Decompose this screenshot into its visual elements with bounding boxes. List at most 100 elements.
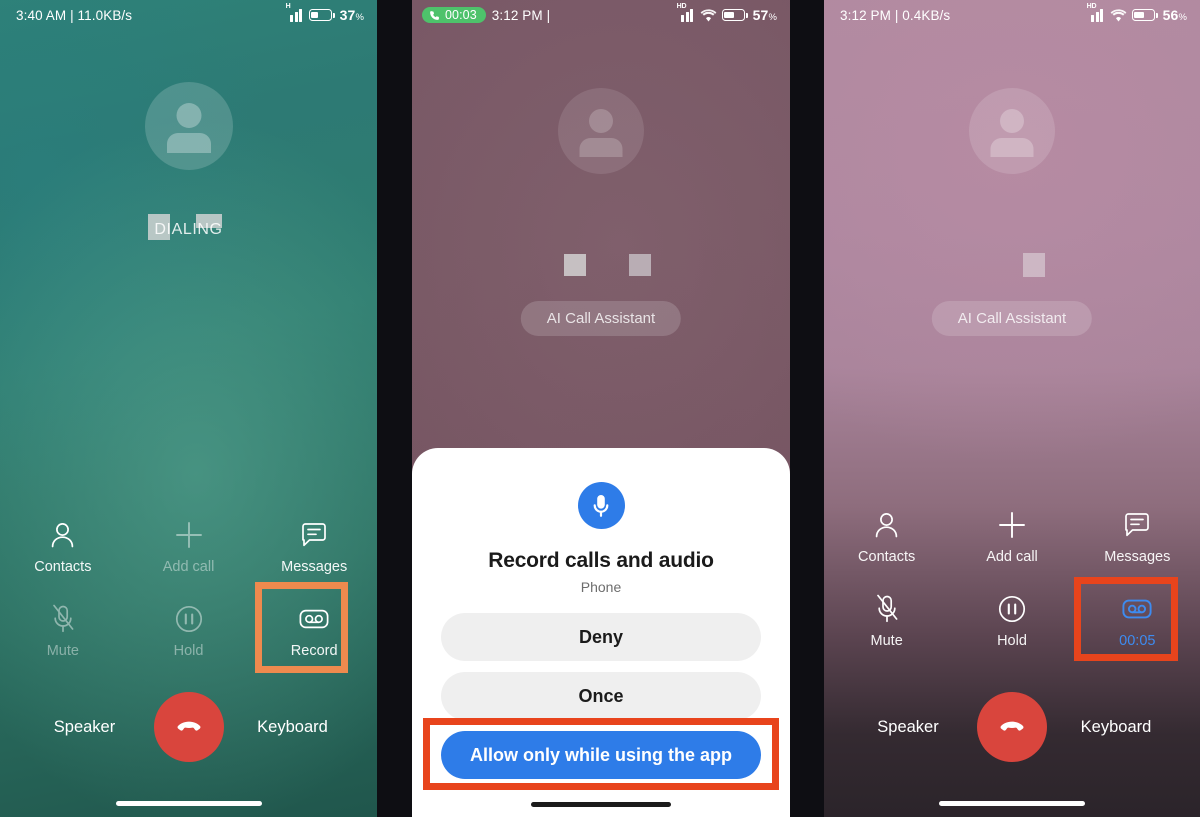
keyboard-button[interactable]: Keyboard	[238, 718, 348, 737]
mute-label: Mute	[870, 633, 903, 649]
mute-button[interactable]: Mute	[824, 592, 949, 649]
messages-button[interactable]: Messages	[251, 518, 377, 575]
add-call-button[interactable]: Add call	[949, 508, 1074, 565]
status-bar-left: 3:40 AM | 11.0KB/s	[16, 8, 132, 23]
battery-percent: 37%	[339, 7, 364, 23]
signal-bars-icon: HD	[677, 3, 695, 22]
end-call-handset-icon	[1000, 721, 1024, 731]
contacts-button[interactable]: Contacts	[824, 508, 949, 565]
battery-percent: 56%	[1162, 7, 1187, 23]
hold-label: Hold	[997, 633, 1027, 649]
messages-label: Messages	[1104, 549, 1171, 565]
mute-microphone-slash-icon	[50, 602, 76, 636]
contacts-label: Contacts	[858, 549, 916, 565]
record-label: Record	[290, 643, 338, 659]
call-controls-row-1: Contacts Add call Messages	[0, 518, 377, 575]
signal-bars-icon: H	[286, 3, 304, 22]
home-indicator[interactable]	[115, 801, 262, 806]
signal-network-label: H	[285, 3, 291, 10]
call-timer-text: 00:03	[445, 7, 477, 22]
contacts-person-icon	[873, 508, 900, 542]
hold-button[interactable]: Hold	[126, 602, 252, 659]
hold-pause-icon	[997, 592, 1027, 626]
record-voicemail-icon	[298, 602, 330, 636]
active-call-timer-pill: 00:03	[422, 6, 486, 24]
contacts-button[interactable]: Contacts	[0, 518, 126, 575]
record-button[interactable]: Record	[251, 602, 377, 659]
mute-label: Mute	[46, 643, 79, 659]
add-call-plus-icon	[174, 518, 204, 552]
phone-panel-permission: 00:03 3:12 PM | HD 57% AI Call Assistant…	[412, 0, 790, 817]
wifi-icon	[700, 8, 717, 22]
status-bar: 3:40 AM | 11.0KB/s H 37%	[0, 0, 377, 30]
status-time-and-speed: 3:12 PM | 0.4KB/s	[840, 7, 951, 23]
status-bar-left: 3:12 PM | 0.4KB/s	[840, 8, 950, 23]
add-call-label: Add call	[162, 559, 215, 575]
status-time-and-speed: 3:12 PM |	[491, 7, 551, 23]
battery-percent: 57%	[752, 7, 777, 23]
end-call-handset-icon	[177, 721, 200, 731]
once-button[interactable]: Once	[441, 672, 761, 720]
add-call-plus-icon	[997, 508, 1027, 542]
contact-avatar-icon	[144, 82, 233, 170]
record-voicemail-icon	[1121, 592, 1153, 626]
call-bottom-row: Speaker Keyboard	[824, 692, 1200, 762]
call-status-label: DIALING	[154, 221, 223, 238]
add-call-button[interactable]: Add call	[126, 518, 252, 575]
call-screen: DIALING Contacts Add call Messages Mute …	[0, 0, 377, 817]
home-indicator[interactable]	[939, 801, 1085, 806]
permission-dialog: Record calls and audio Phone Deny Once A…	[412, 448, 790, 817]
call-controls-grid: Contacts Add call	[824, 508, 1200, 649]
call-controls-row-2: Mute Hold	[0, 602, 377, 659]
mute-microphone-slash-icon	[874, 592, 900, 626]
speaker-button[interactable]: Speaker	[30, 718, 140, 737]
signal-network-label: HD	[676, 3, 687, 10]
status-bar-left: 00:03 3:12 PM |	[422, 6, 551, 24]
add-call-label: Add call	[986, 549, 1038, 565]
messages-button[interactable]: Messages	[1075, 508, 1200, 565]
call-controls-grid: Contacts Add call	[0, 518, 377, 659]
call-controls-row-2: Mute Hold	[824, 592, 1200, 649]
signal-network-label: HD	[1086, 3, 1097, 10]
call-bottom-row: Speaker Keyboard	[0, 692, 377, 762]
messages-bubble-icon	[300, 518, 328, 552]
contact-avatar-icon	[558, 88, 644, 174]
record-timer-label: 00:05	[1119, 633, 1156, 649]
allow-while-using-app-button[interactable]: Allow only while using the app	[441, 731, 761, 779]
hold-pause-icon	[174, 602, 204, 636]
redaction-box-name-1	[1023, 253, 1045, 277]
contacts-person-icon	[49, 518, 76, 552]
phone-panel-dialing: 3:40 AM | 11.0KB/s H 37% DIALING Contact…	[0, 0, 377, 817]
deny-button[interactable]: Deny	[441, 613, 761, 661]
messages-label: Messages	[281, 559, 348, 575]
contact-avatar-icon	[969, 88, 1055, 174]
hold-button[interactable]: Hold	[949, 592, 1074, 649]
status-time-and-speed: 3:40 AM | 11.0KB/s	[16, 7, 133, 23]
call-screen: AI Call Assistant Contacts Add call Mess…	[824, 0, 1200, 817]
status-bar: 3:12 PM | 0.4KB/s HD 56%	[824, 0, 1200, 30]
active-call-handset-icon	[430, 10, 439, 20]
home-indicator[interactable]	[531, 802, 671, 807]
phone-panel-recording: 3:12 PM | 0.4KB/s HD 56% AI Call Assista…	[824, 0, 1200, 817]
signal-bars-icon: HD	[1087, 3, 1105, 22]
battery-icon	[308, 9, 335, 21]
end-call-button[interactable]	[153, 692, 224, 762]
permission-subtitle: Phone	[580, 579, 622, 595]
status-bar-right: HD 56%	[1087, 3, 1187, 23]
mute-button[interactable]: Mute	[0, 602, 126, 659]
redaction-box-name-1	[564, 254, 586, 276]
redaction-box-name-2	[629, 254, 651, 276]
speaker-button[interactable]: Speaker	[853, 718, 963, 737]
keyboard-button[interactable]: Keyboard	[1061, 718, 1171, 737]
call-controls-row-1: Contacts Add call Messages	[824, 508, 1200, 565]
end-call-button[interactable]	[977, 692, 1047, 762]
ai-call-assistant-chip[interactable]: AI Call Assistant	[520, 301, 682, 336]
messages-bubble-icon	[1123, 508, 1151, 542]
ai-call-assistant-chip[interactable]: AI Call Assistant	[931, 301, 1093, 336]
battery-icon	[1131, 9, 1158, 21]
hold-label: Hold	[173, 643, 204, 659]
record-button[interactable]: 00:05	[1075, 592, 1200, 649]
status-bar-right: H 37%	[286, 3, 364, 23]
contacts-label: Contacts	[34, 559, 92, 575]
status-bar: 00:03 3:12 PM | HD 57%	[412, 0, 790, 30]
